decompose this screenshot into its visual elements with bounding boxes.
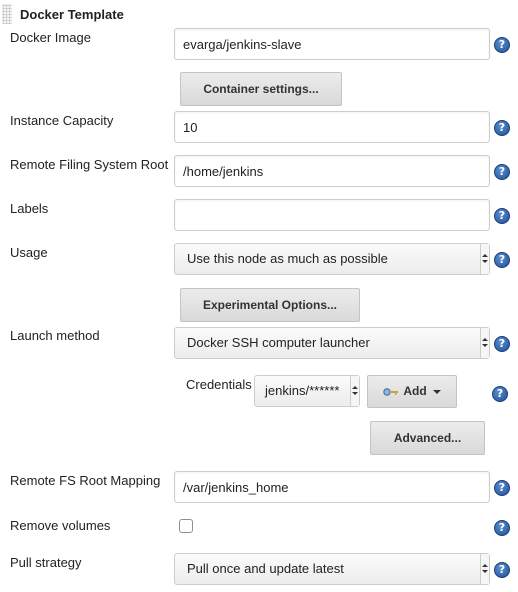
usage-select[interactable]: Use this node as much as possible <box>174 243 490 275</box>
container-settings-button[interactable]: Container settings... <box>180 72 342 106</box>
experimental-options-button[interactable]: Experimental Options... <box>180 288 360 322</box>
launch-method-help-icon[interactable]: ? <box>494 336 510 352</box>
dropdown-arrow-icon <box>480 244 489 274</box>
remove-volumes-checkbox[interactable] <box>179 519 193 533</box>
remote-fs-root-help-icon[interactable]: ? <box>494 164 510 180</box>
pull-strategy-select[interactable]: Pull once and update latest <box>174 553 490 585</box>
dropdown-arrow-icon <box>480 554 489 584</box>
labels-help-icon[interactable]: ? <box>494 208 510 224</box>
credentials-selected-value: jenkins/****** <box>265 383 340 398</box>
chevron-down-icon <box>432 389 441 394</box>
instance-capacity-label: Instance Capacity <box>10 113 114 128</box>
instance-capacity-input[interactable] <box>174 111 490 143</box>
remove-volumes-help-icon[interactable]: ? <box>494 520 510 536</box>
docker-image-input[interactable] <box>174 28 490 60</box>
launch-method-select[interactable]: Docker SSH computer launcher <box>174 327 490 359</box>
usage-help-icon[interactable]: ? <box>494 252 510 268</box>
pull-strategy-help-icon[interactable]: ? <box>494 562 510 578</box>
remote-fs-root-mapping-input[interactable] <box>174 471 490 503</box>
usage-label: Usage <box>10 245 48 260</box>
remove-volumes-label: Remove volumes <box>10 518 111 533</box>
credentials-select[interactable]: jenkins/****** <box>254 375 360 407</box>
credentials-help-icon[interactable]: ? <box>492 386 508 402</box>
pull-strategy-label: Pull strategy <box>10 555 82 570</box>
advanced-button[interactable]: Advanced... <box>370 421 485 455</box>
remote-fs-root-input[interactable] <box>174 155 490 187</box>
remote-fs-root-mapping-help-icon[interactable]: ? <box>494 480 510 496</box>
usage-selected-value: Use this node as much as possible <box>187 251 388 266</box>
add-label: Add <box>403 384 427 398</box>
key-icon <box>383 388 399 396</box>
dropdown-arrow-icon <box>480 328 489 358</box>
remote-fs-root-label: Remote Filing System Root <box>10 157 169 172</box>
docker-image-label: Docker Image <box>10 30 91 45</box>
add-credentials-button[interactable]: Add <box>367 375 457 408</box>
launch-method-selected-value: Docker SSH computer launcher <box>187 335 370 350</box>
pull-strategy-selected-value: Pull once and update latest <box>187 561 344 576</box>
labels-label: Labels <box>10 201 49 216</box>
dropdown-arrow-icon <box>350 376 359 406</box>
remote-fs-root-mapping-label: Remote FS Root Mapping <box>10 473 161 488</box>
instance-capacity-help-icon[interactable]: ? <box>494 120 510 136</box>
section-grip-icon[interactable] <box>2 4 12 24</box>
credentials-label: Credentials <box>186 377 252 392</box>
section-title: Docker Template <box>20 7 124 22</box>
labels-input[interactable] <box>174 199 490 231</box>
launch-method-label: Launch method <box>10 328 100 343</box>
docker-image-help-icon[interactable]: ? <box>494 37 510 53</box>
